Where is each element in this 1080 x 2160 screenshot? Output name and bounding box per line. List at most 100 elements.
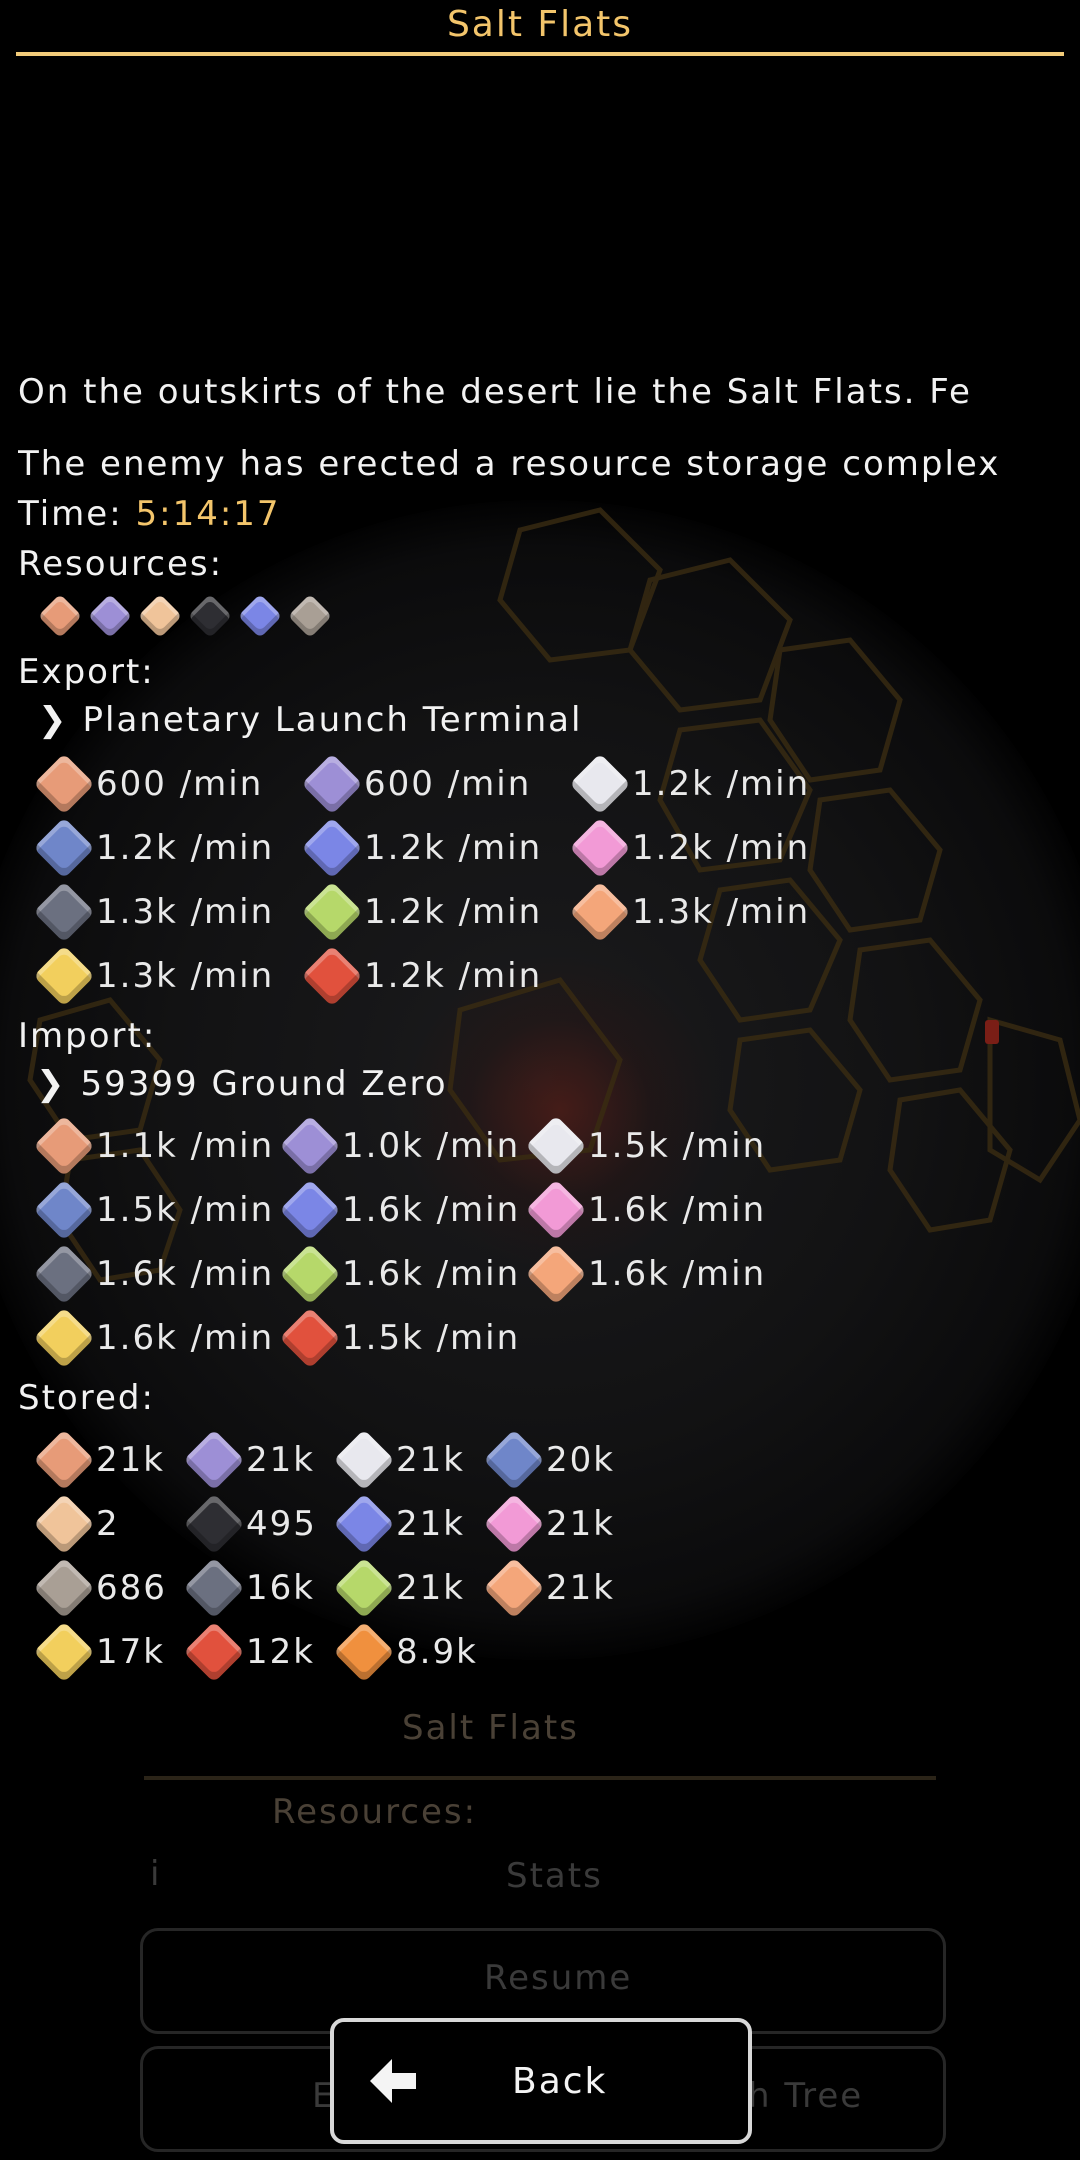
blue-plate-icon xyxy=(33,817,95,879)
resource-value: 1.3k /min xyxy=(632,892,811,932)
underlay-right-fragment: h Tree xyxy=(748,2076,864,2116)
resource-rate: 21k xyxy=(483,1557,615,1619)
resource-rate: 1.2k /min xyxy=(33,817,275,879)
resource-value: 1.0k /min xyxy=(342,1126,521,1166)
resource-value: 12k xyxy=(246,1632,315,1672)
resource-value: 1.6k /min xyxy=(342,1254,521,1294)
page-title: Salt Flats xyxy=(446,4,634,45)
back-label: Back xyxy=(512,2060,608,2102)
resource-rate: 16k xyxy=(183,1557,315,1619)
resource-rate: 2 xyxy=(33,1493,120,1555)
description-line-2: The enemy has erected a resource storage… xyxy=(18,444,1001,484)
blue-crystal-icon xyxy=(301,817,363,879)
resource-value: 1.2k /min xyxy=(364,892,543,932)
back-button[interactable]: Back xyxy=(330,2018,752,2144)
resource-value: 1.2k /min xyxy=(96,828,275,868)
import-source-name: 59399 Ground Zero xyxy=(80,1064,448,1104)
resource-value: 21k xyxy=(396,1440,465,1480)
red-core-icon xyxy=(183,1621,245,1683)
blue-crystal-icon xyxy=(279,1179,341,1241)
resource-rate: 1.1k /min xyxy=(33,1115,274,1177)
resource-rate: 686 xyxy=(33,1557,167,1619)
resource-rate: 21k xyxy=(333,1557,465,1619)
gold-bar-icon xyxy=(33,945,95,1007)
resource-value: 1.6k /min xyxy=(342,1190,521,1230)
blue-crystal-icon xyxy=(333,1493,395,1555)
red-core-icon xyxy=(279,1307,341,1369)
pink-heart-icon xyxy=(525,1179,587,1241)
gold-bar-icon xyxy=(33,1307,95,1369)
resource-value: 21k xyxy=(96,1440,165,1480)
resource-value: 1.2k /min xyxy=(632,764,811,804)
resource-value: 21k xyxy=(396,1568,465,1608)
underlay-resources-label: Resources: xyxy=(272,1792,478,1832)
resource-value: 1.6k /min xyxy=(588,1254,767,1294)
resource-rate: 1.6k /min xyxy=(33,1307,274,1369)
resource-value: 686 xyxy=(96,1568,167,1608)
underlay-resume-label: Resume xyxy=(484,1958,633,1998)
purple-bar-icon xyxy=(183,1429,245,1491)
orange-stripe-icon xyxy=(483,1557,545,1619)
resource-value: 16k xyxy=(246,1568,315,1608)
scrap-icon xyxy=(33,1557,95,1619)
resource-value: 1.3k /min xyxy=(96,892,275,932)
copper-bar-icon xyxy=(33,1429,95,1491)
sand-chip-icon xyxy=(33,1493,95,1555)
description-line-1: On the outskirts of the desert lie the S… xyxy=(18,372,972,412)
resource-rate: 1.2k /min xyxy=(301,881,543,943)
gray-stone-icon xyxy=(33,1243,95,1305)
resource-rate: 8.9k xyxy=(333,1621,478,1683)
green-gem-icon xyxy=(301,881,363,943)
arrow-left-icon xyxy=(370,2059,416,2103)
resource-rate: 21k xyxy=(183,1429,315,1491)
resource-value: 1.6k /min xyxy=(96,1254,275,1294)
copper-ore-icon xyxy=(37,593,83,639)
orange-core-icon xyxy=(333,1621,395,1683)
copper-bar-icon xyxy=(33,1115,95,1177)
silver-bar-icon xyxy=(569,753,631,815)
coal-icon xyxy=(187,593,233,639)
pink-heart-icon xyxy=(483,1493,545,1555)
export-target-name: Planetary Launch Terminal xyxy=(82,700,583,740)
resource-value: 1.5k /min xyxy=(342,1318,521,1358)
gray-stone-icon xyxy=(183,1557,245,1619)
resource-value: 21k xyxy=(246,1440,315,1480)
blue-plate-icon xyxy=(33,1179,95,1241)
resource-rate: 1.6k /min xyxy=(279,1179,521,1241)
underlay-title: Salt Flats xyxy=(402,1708,579,1748)
silver-bar-icon xyxy=(333,1429,395,1491)
copper-bar-icon xyxy=(33,753,95,815)
chevron-right-icon: ❯ xyxy=(38,700,69,740)
resource-value: 8.9k xyxy=(396,1632,478,1672)
resource-rate: 495 xyxy=(183,1493,317,1555)
resource-rate: 21k xyxy=(333,1493,465,1555)
resource-rate: 1.2k /min xyxy=(301,945,542,1007)
resource-value: 1.3k /min xyxy=(96,956,275,996)
red-core-icon xyxy=(301,945,363,1007)
orange-stripe-icon xyxy=(569,881,631,943)
time-row: Time: 5:14:17 xyxy=(18,494,281,534)
resource-value: 600 /min xyxy=(96,764,264,804)
resource-rate: 12k xyxy=(183,1621,315,1683)
resource-rate: 1.3k /min xyxy=(33,881,275,943)
export-label: Export: xyxy=(18,652,155,692)
sand-icon xyxy=(137,593,183,639)
resource-value: 1.5k /min xyxy=(588,1126,767,1166)
resource-rate: 1.0k /min xyxy=(279,1115,521,1177)
orange-stripe-icon xyxy=(525,1243,587,1305)
resource-rate: 1.2k /min xyxy=(301,817,542,879)
import-source-link[interactable]: ❯ 59399 Ground Zero xyxy=(36,1064,448,1104)
resource-value: 1.2k /min xyxy=(632,828,811,868)
resource-value: 21k xyxy=(546,1568,615,1608)
purple-bar-icon xyxy=(301,753,363,815)
chevron-right-icon: ❯ xyxy=(36,1064,67,1104)
gold-bar-icon xyxy=(33,1621,95,1683)
resource-rate: 21k xyxy=(33,1429,165,1491)
amethyst-icon xyxy=(87,593,133,639)
purple-bar-icon xyxy=(279,1115,341,1177)
resource-rate: 21k xyxy=(333,1429,465,1491)
resource-rate: 1.3k /min xyxy=(569,881,811,943)
export-target-link[interactable]: ❯ Planetary Launch Terminal xyxy=(38,700,582,740)
green-gem-icon xyxy=(279,1243,341,1305)
info-icon: i xyxy=(150,1854,162,1894)
